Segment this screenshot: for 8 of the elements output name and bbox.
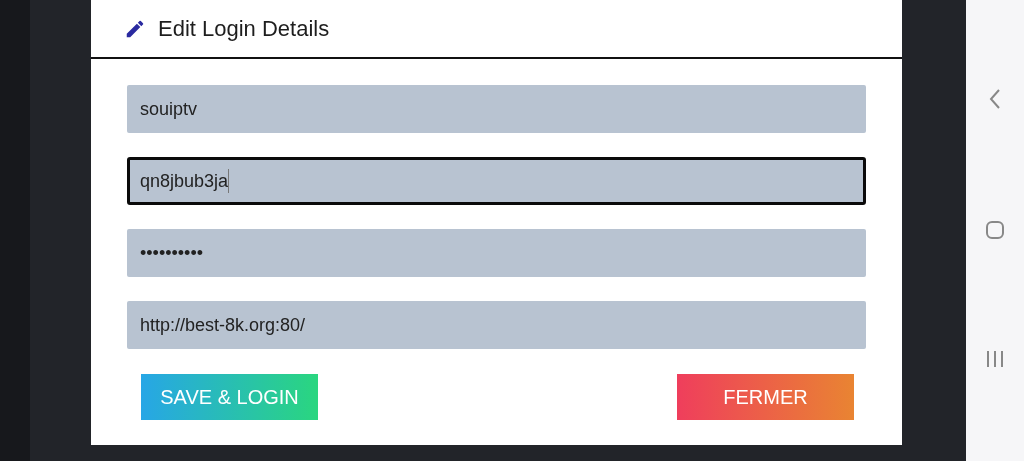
input-field[interactable]: http://best-8k.org:80/ xyxy=(127,301,866,349)
input-field[interactable]: •••••••••• xyxy=(127,229,866,277)
recents-icon[interactable] xyxy=(985,349,1005,369)
back-icon[interactable] xyxy=(988,88,1002,110)
home-icon[interactable] xyxy=(985,219,1005,240)
input-field[interactable]: souiptv xyxy=(127,85,866,133)
dialog-title: Edit Login Details xyxy=(158,15,330,42)
input-field[interactable]: qn8jbub3ja xyxy=(127,157,866,205)
